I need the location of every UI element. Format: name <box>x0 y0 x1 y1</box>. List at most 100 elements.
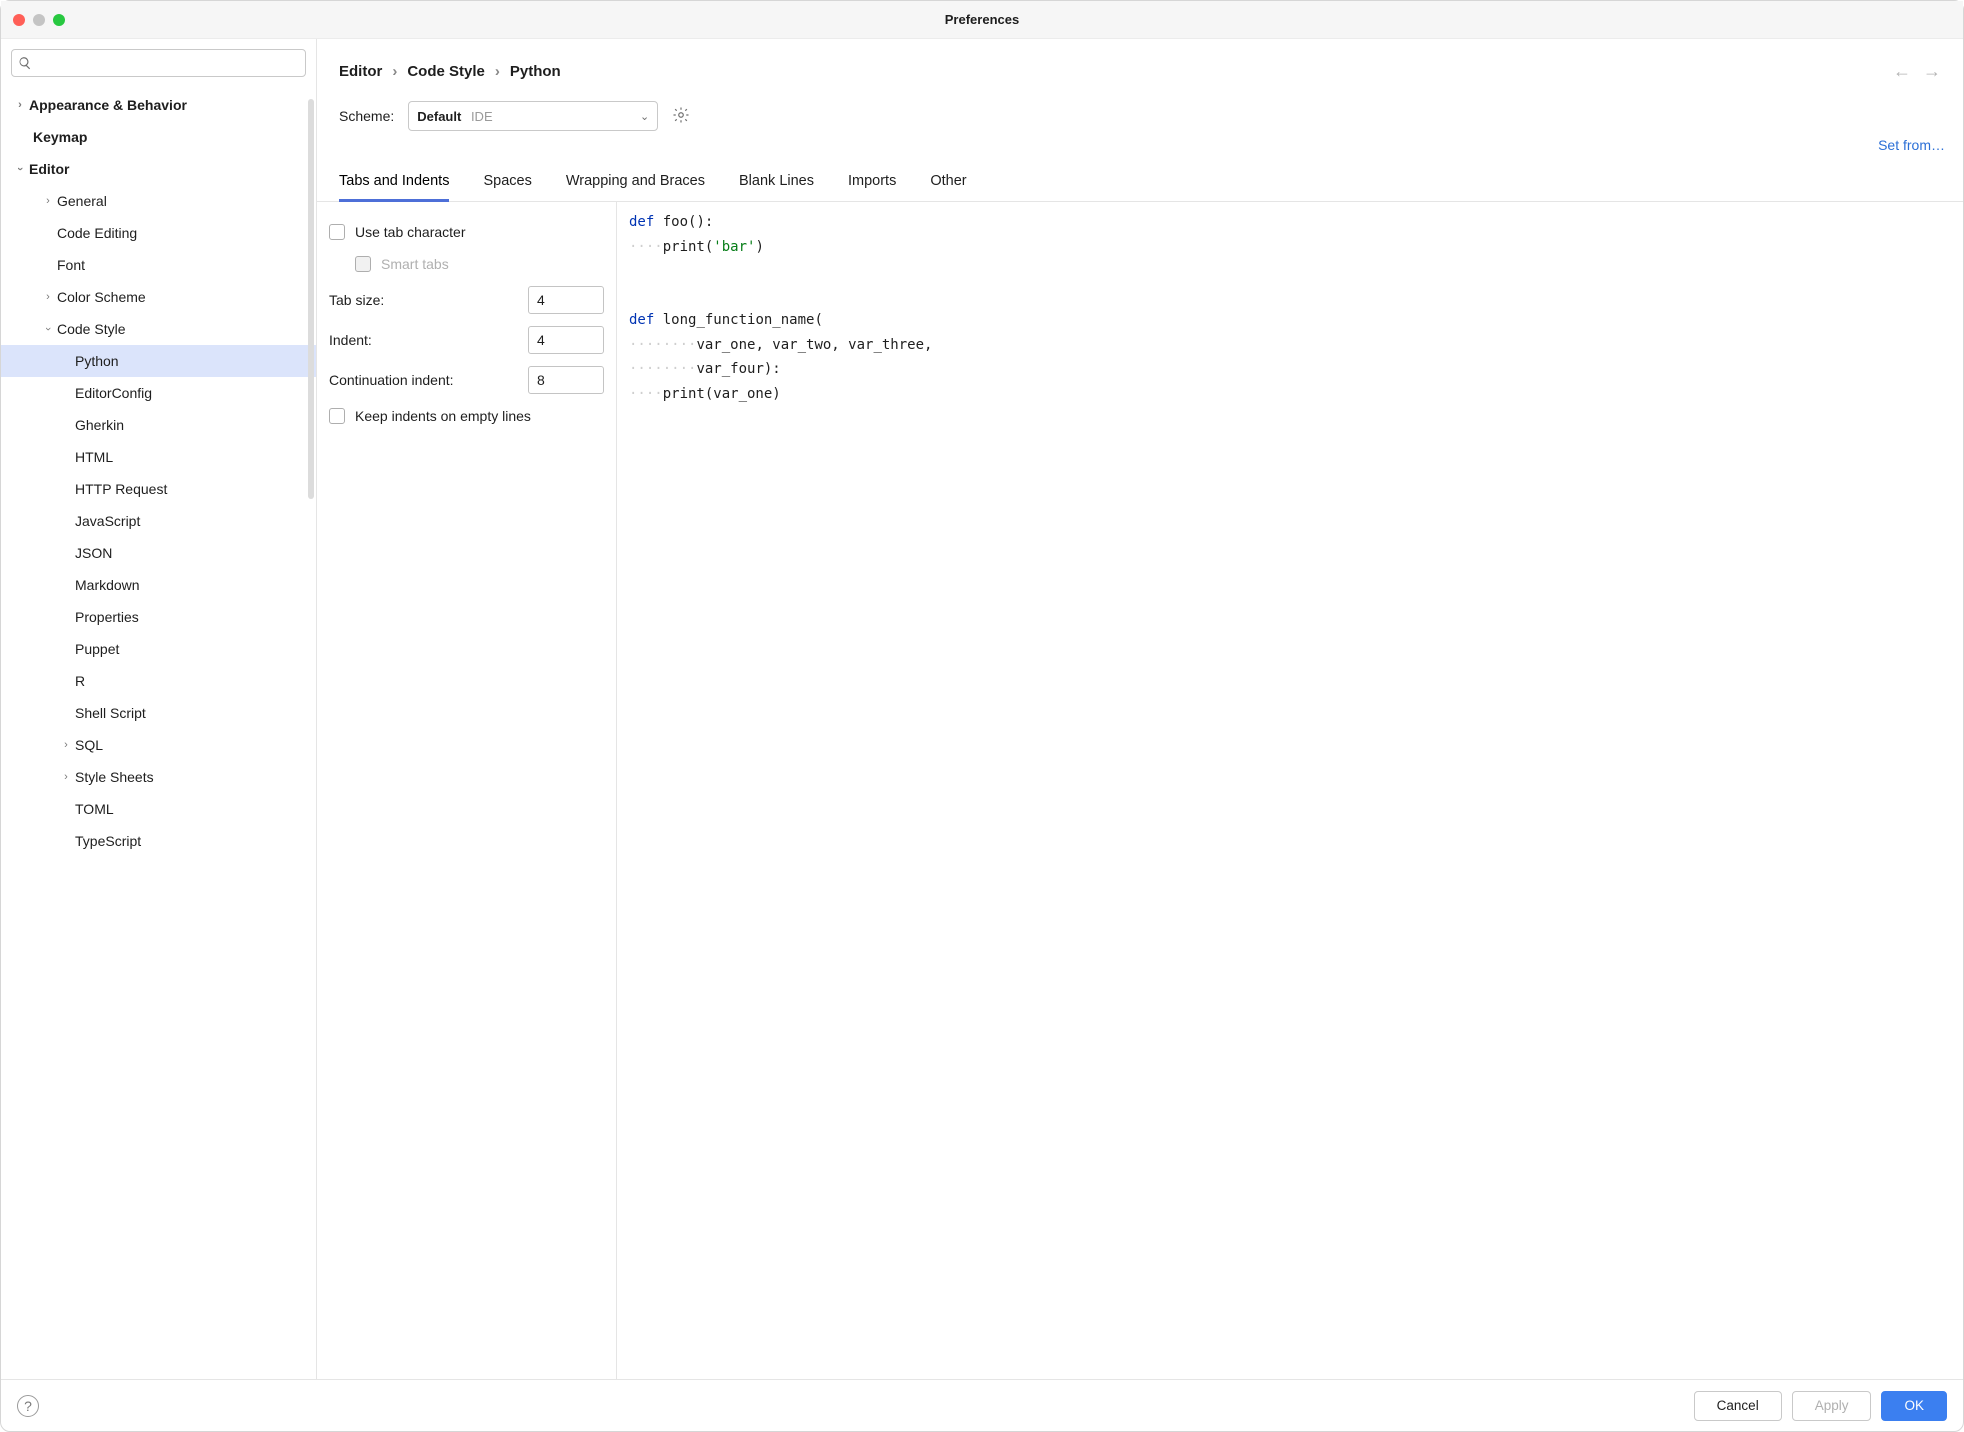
indent-input[interactable]: 4 <box>528 326 604 354</box>
apply-button[interactable]: Apply <box>1792 1391 1872 1421</box>
tab-spaces[interactable]: Spaces <box>483 167 531 201</box>
tab-size-row: Tab size: 4 <box>329 280 604 320</box>
tree-label: Shell Script <box>75 705 146 721</box>
window-controls <box>1 14 65 26</box>
window-title: Preferences <box>1 12 1963 27</box>
back-button[interactable]: ← <box>1893 61 1911 82</box>
tree-label: Puppet <box>75 641 119 657</box>
nav-arrows: ← → <box>1893 61 1941 82</box>
breadcrumb: Editor › Code Style › Python <box>339 63 561 80</box>
close-window-button[interactable] <box>13 14 25 26</box>
tree-label: General <box>57 193 107 209</box>
keep-empty-checkbox[interactable] <box>329 408 345 424</box>
sidebar: ›Appearance & Behavior Keymap ›Editor ›G… <box>1 39 317 1379</box>
chevron-right-icon: › <box>57 739 75 751</box>
code-style-tabs: Tabs and Indents Spaces Wrapping and Bra… <box>317 157 1963 202</box>
tree-code-style[interactable]: ›Code Style <box>1 313 316 345</box>
tree-editorconfig[interactable]: EditorConfig <box>1 377 316 409</box>
search-wrap <box>1 39 316 83</box>
set-from-link[interactable]: Set from… <box>1878 137 1945 153</box>
tree-label: TypeScript <box>75 833 141 849</box>
tree-python[interactable]: Python <box>1 345 316 377</box>
minimize-window-button[interactable] <box>33 14 45 26</box>
tree-appearance[interactable]: ›Appearance & Behavior <box>1 89 316 121</box>
use-tab-checkbox[interactable] <box>329 224 345 240</box>
tree-puppet[interactable]: Puppet <box>1 633 316 665</box>
tree-json[interactable]: JSON <box>1 537 316 569</box>
cont-indent-value: 8 <box>537 372 545 388</box>
tree-toml[interactable]: TOML <box>1 793 316 825</box>
scheme-hint: IDE <box>471 109 493 124</box>
tree-label: SQL <box>75 737 103 753</box>
tree-label: Code Editing <box>57 225 137 241</box>
breadcrumb-editor[interactable]: Editor <box>339 63 382 80</box>
tree-label: Code Style <box>57 321 125 337</box>
chevron-down-icon: ⌄ <box>640 110 649 123</box>
smart-tabs-label: Smart tabs <box>381 256 449 272</box>
breadcrumb-sep: › <box>392 63 397 80</box>
tab-size-value: 4 <box>537 292 545 308</box>
tree-r[interactable]: R <box>1 665 316 697</box>
tree-keymap[interactable]: Keymap <box>1 121 316 153</box>
main-area: ›Appearance & Behavior Keymap ›Editor ›G… <box>1 39 1963 1379</box>
tree-label: Appearance & Behavior <box>29 97 187 113</box>
tree-general[interactable]: ›General <box>1 185 316 217</box>
tree-properties[interactable]: Properties <box>1 601 316 633</box>
tree-shell[interactable]: Shell Script <box>1 697 316 729</box>
tree-stylesheets[interactable]: ›Style Sheets <box>1 761 316 793</box>
settings-tree: ›Appearance & Behavior Keymap ›Editor ›G… <box>1 83 316 1379</box>
tree-markdown[interactable]: Markdown <box>1 569 316 601</box>
breadcrumb-sep: › <box>495 63 500 80</box>
scheme-gear-button[interactable] <box>672 106 690 127</box>
tree-html[interactable]: HTML <box>1 441 316 473</box>
tree-label: Font <box>57 257 85 273</box>
tree-label: Editor <box>29 161 69 177</box>
scheme-value: Default <box>417 109 461 124</box>
indent-value: 4 <box>537 332 545 348</box>
tree-label: Color Scheme <box>57 289 146 305</box>
indent-form: Use tab character Smart tabs Tab size: 4… <box>317 202 617 1379</box>
tree-label: HTML <box>75 449 113 465</box>
scheme-label: Scheme: <box>339 108 394 124</box>
tree-label: Markdown <box>75 577 140 593</box>
smart-tabs-checkbox <box>355 256 371 272</box>
indent-label: Indent: <box>329 332 372 348</box>
forward-button[interactable]: → <box>1923 61 1941 82</box>
tree-javascript[interactable]: JavaScript <box>1 505 316 537</box>
tree-font[interactable]: Font <box>1 249 316 281</box>
content-header: Editor › Code Style › Python ← → <box>317 39 1963 87</box>
maximize-window-button[interactable] <box>53 14 65 26</box>
tab-other[interactable]: Other <box>930 167 966 201</box>
help-button[interactable]: ? <box>17 1395 39 1417</box>
search-input[interactable] <box>11 49 306 77</box>
tree-typescript[interactable]: TypeScript <box>1 825 316 857</box>
tree-label: Properties <box>75 609 139 625</box>
tree-editor[interactable]: ›Editor <box>1 153 316 185</box>
tree-gherkin[interactable]: Gherkin <box>1 409 316 441</box>
cont-indent-row: Continuation indent: 8 <box>329 360 604 400</box>
tree-color-scheme[interactable]: ›Color Scheme <box>1 281 316 313</box>
dialog-footer: ? Cancel Apply OK <box>1 1379 1963 1431</box>
tab-wrapping[interactable]: Wrapping and Braces <box>566 167 705 201</box>
tab-size-input[interactable]: 4 <box>528 286 604 314</box>
cont-indent-label: Continuation indent: <box>329 372 454 388</box>
sidebar-scrollbar[interactable] <box>308 99 314 499</box>
tab-imports[interactable]: Imports <box>848 167 896 201</box>
tree-label: JavaScript <box>75 513 140 529</box>
setfrom-row: Set from… <box>317 131 1963 153</box>
smart-tabs-row: Smart tabs <box>329 248 604 280</box>
tab-body: Use tab character Smart tabs Tab size: 4… <box>317 202 1963 1379</box>
tree-http[interactable]: HTTP Request <box>1 473 316 505</box>
tree-label: TOML <box>75 801 114 817</box>
cont-indent-input[interactable]: 8 <box>528 366 604 394</box>
scheme-select[interactable]: Default IDE ⌄ <box>408 101 658 131</box>
cancel-button[interactable]: Cancel <box>1694 1391 1782 1421</box>
tree-code-editing[interactable]: Code Editing <box>1 217 316 249</box>
breadcrumb-codestyle[interactable]: Code Style <box>407 63 485 80</box>
tree-sql[interactable]: ›SQL <box>1 729 316 761</box>
chevron-right-icon: › <box>39 195 57 207</box>
tab-blank-lines[interactable]: Blank Lines <box>739 167 814 201</box>
tree-label: Gherkin <box>75 417 124 433</box>
ok-button[interactable]: OK <box>1881 1391 1947 1421</box>
tab-tabs-indents[interactable]: Tabs and Indents <box>339 167 449 202</box>
